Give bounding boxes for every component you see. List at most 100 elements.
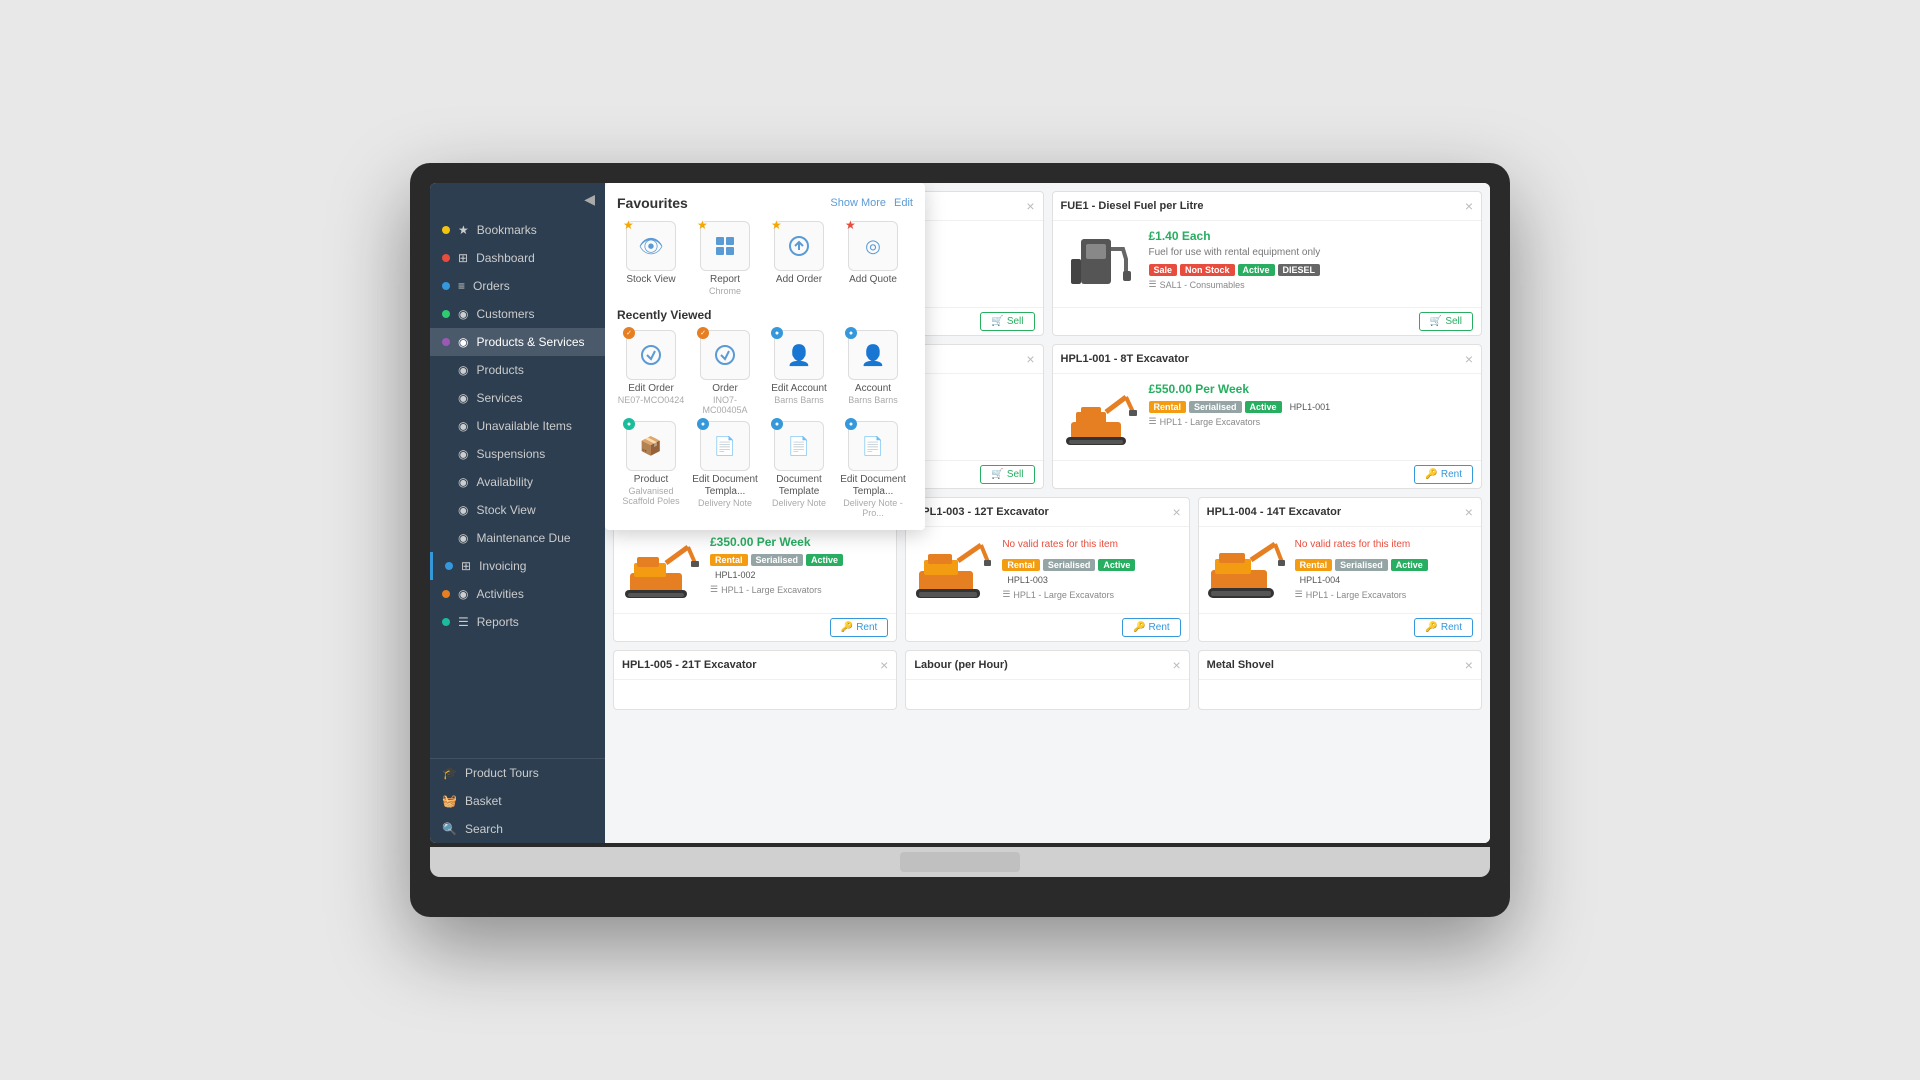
delete-btn-fue1[interactable]: × xyxy=(1465,198,1473,214)
tag-active-fue1: Active xyxy=(1238,264,1275,276)
product-icon: 📦 xyxy=(640,436,662,457)
fav-label-report: Report xyxy=(710,274,740,286)
product-footer-hpl1-004: 🔑 Rent xyxy=(1199,613,1481,641)
delete-btn-hpl1-003[interactable]: × xyxy=(1172,504,1180,520)
sell-btn-hi-vis[interactable]: 🛒 Sell xyxy=(980,465,1034,484)
recent-item-edit-order[interactable]: ✓ Edit Order NE07-MCO0424 xyxy=(617,330,685,415)
sidebar-label-basket: Basket xyxy=(465,794,502,808)
product-card-body-hpl1-001: £550.00 Per Week Rental Serialised Activ… xyxy=(1053,374,1482,460)
sidebar-item-customers[interactable]: ◉ Customers xyxy=(430,300,605,328)
products-services-color-dot xyxy=(442,338,450,346)
sidebar-item-products[interactable]: ◉ Products xyxy=(430,356,605,384)
sell-icon-fue1: 🛒 xyxy=(1430,316,1442,327)
sidebar-icon-availability: ◉ xyxy=(458,475,468,489)
fav-item-add-order[interactable]: ★ Add Order xyxy=(765,221,833,296)
product-tags-hpl1-002: Rental Serialised Active HPL1-002 xyxy=(710,554,888,581)
sidebar-item-suspensions[interactable]: ◉ Suspensions xyxy=(430,440,605,468)
sidebar-icon-customers: ◉ xyxy=(458,307,468,321)
sidebar-item-search[interactable]: 🔍 Search xyxy=(430,815,605,843)
tag-sale-fue1: Sale xyxy=(1149,264,1178,276)
sidebar-label-orders: Orders xyxy=(473,279,510,293)
product-tags-hpl1-004: Rental Serialised Active HPL1-004 xyxy=(1295,559,1473,586)
show-more-link[interactable]: Show More xyxy=(830,197,886,209)
product-title-hpl1-005: HPL1-005 - 21T Excavator xyxy=(622,659,757,671)
recent-item-edit-doc1[interactable]: ● 📄 Edit Document Templa... Delivery Not… xyxy=(691,421,759,518)
recent-sub-doc-template: Delivery Note xyxy=(772,498,826,508)
recent-sub-order: INO7-MC00405A xyxy=(691,395,759,415)
rent-btn-hpl1-001[interactable]: 🔑 Rent xyxy=(1414,465,1473,484)
rent-btn-hpl1-002[interactable]: 🔑 Rent xyxy=(830,618,889,637)
fav-label-add-order: Add Order xyxy=(776,274,822,286)
rent-icon-hpl1-002: 🔑 xyxy=(841,622,853,633)
sidebar-label-products: Products xyxy=(476,363,523,377)
laptop-frame: ◀ ★ Bookmarks ⊞ Dashboard ≡ Orders ◉ Cus… xyxy=(410,163,1510,917)
basket-icon: 🧺 xyxy=(442,794,457,808)
sidebar-icon-dashboard: ⊞ xyxy=(458,251,468,265)
rent-icon-hpl1-004: 🔑 xyxy=(1425,622,1437,633)
fav-item-report[interactable]: ★ Report Chrome xyxy=(691,221,759,296)
sidebar-item-maintenance[interactable]: ◉ Maintenance Due xyxy=(430,524,605,552)
dropdown-title: Favourites xyxy=(617,195,688,211)
recent-item-edit-account[interactable]: ● 👤 Edit Account Barns Barns xyxy=(765,330,833,415)
delete-btn-hi-vis[interactable]: × xyxy=(1026,351,1034,367)
sidebar-item-products-services[interactable]: ◉ Products & Services xyxy=(430,328,605,356)
recent-item-account[interactable]: ● 👤 Account Barns Barns xyxy=(839,330,907,415)
product-card-metal-shovel: Metal Shovel × xyxy=(1198,650,1482,710)
sidebar-item-availability[interactable]: ◉ Availability xyxy=(430,468,605,496)
sidebar-item-bookmarks[interactable]: ★ Bookmarks xyxy=(430,216,605,244)
sidebar-item-reports[interactable]: ☰ Reports xyxy=(430,608,605,636)
sidebar-item-stock-view[interactable]: ◉ Stock View xyxy=(430,496,605,524)
sidebar-label-reports: Reports xyxy=(477,615,519,629)
fav-item-stock-view[interactable]: ★ 👁 Stock View xyxy=(617,221,685,296)
edit-order-badge: ✓ xyxy=(623,327,635,339)
recent-item-order[interactable]: ✓ Order INO7-MC00405A xyxy=(691,330,759,415)
fav-star-report: ★ xyxy=(697,218,708,232)
edit-link[interactable]: Edit xyxy=(894,197,913,209)
rent-btn-hpl1-004[interactable]: 🔑 Rent xyxy=(1414,618,1473,637)
product-category-hpl1-003: ☰ HPL1 - Large Excavators xyxy=(1002,589,1180,600)
product-title-labour: Labour (per Hour) xyxy=(914,659,1008,671)
account-badge: ● xyxy=(845,327,857,339)
delete-btn-metal-shovel[interactable]: × xyxy=(1465,657,1473,673)
recent-label-product: Product xyxy=(634,474,668,486)
sidebar-label-maintenance: Maintenance Due xyxy=(476,531,570,545)
delete-btn-hpl1-004[interactable]: × xyxy=(1465,504,1473,520)
recent-item-product[interactable]: ● 📦 Product Galvanised Scaffold Poles xyxy=(617,421,685,518)
delete-btn-hpl1-005[interactable]: × xyxy=(880,657,888,673)
recent-label-edit-doc1: Edit Document Templa... xyxy=(691,474,759,498)
product-img-hpl1-002 xyxy=(622,535,702,605)
fav-item-add-quote[interactable]: ★ ◎ Add Quote xyxy=(839,221,907,296)
sidebar-item-activities[interactable]: ◉ Activities xyxy=(430,580,605,608)
order-icon xyxy=(713,343,737,367)
sidebar-item-services[interactable]: ◉ Services xyxy=(430,384,605,412)
sidebar-item-invoicing[interactable]: ⊞ Invoicing xyxy=(430,552,605,580)
delete-btn-hpl1-001[interactable]: × xyxy=(1465,351,1473,367)
sidebar-item-unavailable[interactable]: ◉ Unavailable Items xyxy=(430,412,605,440)
product-category-hpl1-002: ☰ HPL1 - Large Excavators xyxy=(710,584,888,595)
recent-label-edit-order: Edit Order xyxy=(628,383,674,395)
recent-item-edit-doc2[interactable]: ● 📄 Edit Document Templa... Delivery Not… xyxy=(839,421,907,518)
product-card-body-metal-shovel xyxy=(1199,680,1481,709)
delete-btn-ear-defenders[interactable]: × xyxy=(1026,198,1034,214)
sidebar-item-basket[interactable]: 🧺 Basket xyxy=(430,787,605,815)
sidebar-label-invoicing: Invoicing xyxy=(479,559,526,573)
sidebar-item-dashboard[interactable]: ⊞ Dashboard xyxy=(430,244,605,272)
delete-btn-labour[interactable]: × xyxy=(1172,657,1180,673)
edit-doc1-icon: 📄 xyxy=(714,436,736,457)
sell-icon: 🛒 xyxy=(991,316,1003,327)
product-category-hpl1-001: ☰ HPL1 - Large Excavators xyxy=(1149,416,1474,427)
sidebar-item-orders[interactable]: ≡ Orders xyxy=(430,272,605,300)
sidebar-item-product-tours[interactable]: 🎓 Product Tours xyxy=(430,759,605,787)
sidebar-collapse-btn[interactable]: ◀ xyxy=(430,183,605,216)
edit-doc2-icon: 📄 xyxy=(862,436,884,457)
sell-btn-fue1[interactable]: 🛒 Sell xyxy=(1419,312,1473,331)
trackpad xyxy=(900,852,1020,872)
rent-btn-hpl1-003[interactable]: 🔑 Rent xyxy=(1122,618,1181,637)
rent-icon-hpl1-001: 🔑 xyxy=(1425,469,1437,480)
tag-active-hpl1-003: Active xyxy=(1098,559,1135,571)
recent-item-doc-template[interactable]: ● 📄 Document Template Delivery Note xyxy=(765,421,833,518)
sidebar-icon-activities: ◉ xyxy=(458,587,468,601)
sidebar-label-activities: Activities xyxy=(476,587,523,601)
product-card-header-fue1: FUE1 - Diesel Fuel per Litre × xyxy=(1053,192,1482,221)
sell-btn-ear-defenders[interactable]: 🛒 Sell xyxy=(980,312,1034,331)
